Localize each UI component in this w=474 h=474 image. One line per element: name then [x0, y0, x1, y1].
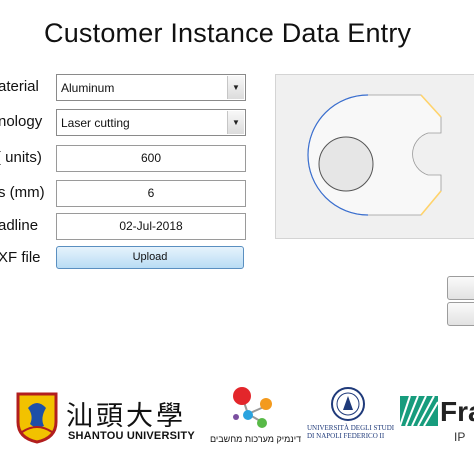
fraunhofer-mark-icon [400, 396, 438, 426]
deadline-value: 02-Jul-2018 [119, 219, 183, 233]
naples-line-1: UNIVERSITÀ DEGLI STUDI [307, 424, 395, 432]
technology-value: Laser cutting [61, 116, 130, 130]
thickness-input[interactable]: 6 [56, 180, 246, 207]
shantou-cjk-text: 汕頭大學 [66, 401, 186, 432]
material-select[interactable]: Aluminum ▼ [56, 74, 246, 101]
fraunhofer-sub-text: IP [454, 430, 466, 444]
quantity-value: 600 [140, 151, 162, 165]
dxf-label: XF file [0, 249, 41, 266]
technology-select[interactable]: Laser cutting ▼ [56, 109, 246, 136]
deadline-input[interactable]: 02-Jul-2018 [56, 213, 246, 240]
material-label: aterial [0, 78, 39, 95]
shantou-crest-icon [16, 392, 58, 444]
molecule-logo-icon [233, 387, 272, 428]
thickness-value: 6 [147, 186, 155, 200]
upload-button[interactable]: Upload [56, 246, 244, 269]
quantity-input[interactable]: 600 [56, 145, 246, 172]
side-button-2[interactable] [447, 302, 474, 326]
window-title: Customer Instance Data Entry [44, 18, 412, 48]
deadline-label: adline [0, 217, 39, 234]
chevron-down-icon[interactable]: ▼ [227, 76, 244, 99]
partner-logos: 汕頭大學 SHANTOU UNIVERSITY דינמיק מערכות מח… [0, 380, 474, 450]
part-preview-drawing [307, 94, 442, 216]
part-preview [275, 74, 474, 239]
technology-label: nology [0, 113, 43, 130]
side-button-1[interactable] [447, 276, 474, 300]
quantity-label: ( units) [0, 149, 42, 166]
naples-seal-icon [331, 387, 365, 421]
naples-text: UNIVERSITÀ DEGLI STUDI DI NAPOLI FEDERIC… [307, 424, 394, 440]
chevron-down-icon[interactable]: ▼ [227, 111, 244, 134]
material-value: Aluminum [61, 81, 115, 95]
naples-line-2: DI NAPOLI FEDERICO II [307, 432, 385, 440]
fraunhofer-text: Fra [440, 396, 474, 427]
shantou-name-text: SHANTOU UNIVERSITY [68, 430, 195, 442]
thickness-label: s (mm) [0, 184, 45, 201]
hebrew-logo-text: דינמיק מערכות מחשבים [210, 434, 302, 444]
